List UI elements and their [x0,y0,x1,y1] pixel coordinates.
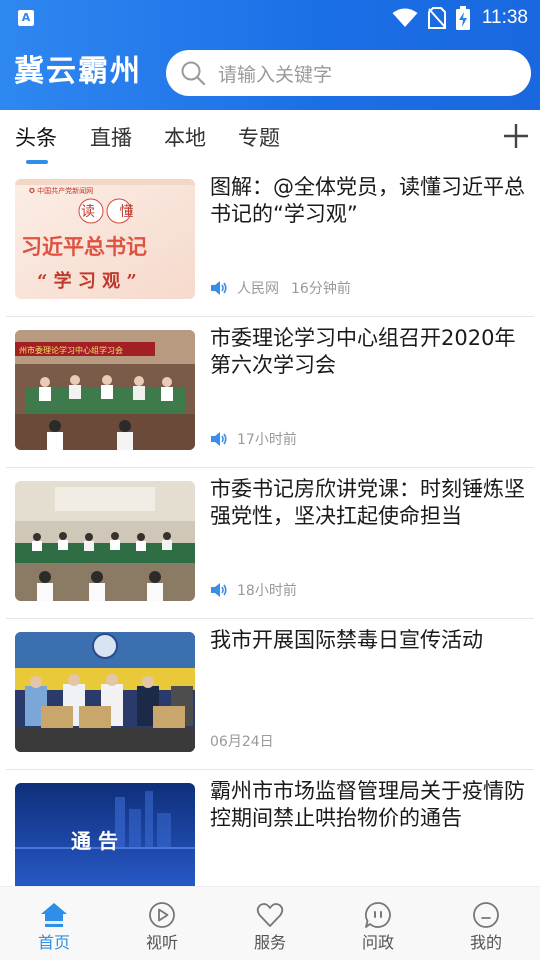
chat-icon [365,902,391,928]
thumb-text-top: 读 懂 [81,204,144,220]
news-title: 市委书记房欣讲党课：时刻锤炼坚强党性，坚决扛起使命担当 [210,477,525,528]
news-meta: 人民网 16分钟前 [210,278,351,298]
app-notification-icon: A [18,10,34,26]
nav-profile[interactable]: 我的 [432,887,540,960]
home-icon [41,903,67,927]
news-time: 18小时前 [237,583,297,599]
news-source: 人民网 [237,281,279,297]
news-time: 16分钟前 [291,281,351,297]
news-title: 市委理论学习中心组召开2020年第六次学习会 [210,326,516,377]
nav-inquiry-label: 问政 [361,933,394,952]
svg-text:✪ 中国共产党新闻网: ✪ 中国共产党新闻网 [29,186,93,195]
nav-home-label: 首页 [37,933,70,952]
nav-inquiry[interactable]: 问政 [324,887,432,960]
battery-charging-icon [455,6,470,30]
status-bar: A 11:38 [0,0,540,36]
news-time: 06月24日 [210,734,274,750]
nav-service-label: 服务 [253,933,286,952]
svg-text:州市委理论学习中心组学习会: 州市委理论学习中心组学习会 [19,345,123,355]
thumb-text-middle: 习近平总书记 [21,234,147,259]
search-icon [181,61,206,86]
active-tab-indicator [26,160,48,164]
thumb-text-bottom: “ 学 习 观 ” [37,271,137,292]
news-time: 17小时前 [237,432,297,448]
status-icons: 11:38 [392,6,528,30]
news-item[interactable]: 市委书记房欣讲党课：时刻锤炼坚强党性，坚决扛起使命担当 18小时前 [0,468,540,619]
play-icon [149,902,175,928]
app-title: 冀云霸州 [14,54,142,89]
news-item[interactable]: ✪ 中国共产党新闻网 读 懂 习近平总书记 “ 学 习 观 ” 图解：@全体党员… [0,166,540,317]
nav-profile-label: 我的 [469,933,502,952]
tab-topics[interactable]: 专题 [238,122,280,152]
search-placeholder: 请输入关键字 [218,63,333,86]
news-meta: 06月24日 [210,731,274,751]
news-item[interactable]: 州市委理论学习中心组学习会 市委理论学习中心组召开2020年第六次学习会 17小… [0,317,540,468]
news-item[interactable]: 通 告 霸州市市场监督管理局关于疫情防控期间禁止哄抬物价的通告 [0,770,540,886]
thumb-text-middle: 通 告 [71,829,118,853]
news-thumbnail: 通 告 [15,783,195,886]
heart-icon [256,903,284,927]
news-meta: 17小时前 [210,429,297,449]
news-meta: 18小时前 [210,580,297,600]
nav-av-label: 视听 [145,933,178,952]
app-header: A 11:38 冀云霸州 请输入关键字 [0,0,540,110]
speaker-icon[interactable] [210,582,228,598]
news-thumbnail: ✪ 中国共产党新闻网 读 懂 习近平总书记 “ 学 习 观 ” [15,179,195,299]
tab-live[interactable]: 直播 [90,122,132,152]
news-list: ✪ 中国共产党新闻网 读 懂 习近平总书记 “ 学 习 观 ” 图解：@全体党员… [0,166,540,886]
speaker-icon[interactable] [210,280,228,296]
news-thumbnail [15,632,195,752]
nav-service[interactable]: 服务 [216,887,324,960]
status-time: 11:38 [481,7,528,28]
tab-headlines[interactable]: 头条 [15,122,57,152]
search-input[interactable]: 请输入关键字 [166,50,531,96]
bottom-navigation: 首页 视听 服务 问政 我的 [0,886,540,960]
news-thumbnail [15,481,195,601]
channel-tabs: 头条 直播 本地 专题 [0,110,540,166]
news-thumbnail: 州市委理论学习中心组学习会 [15,330,195,450]
news-title: 图解：@全体党员，读懂习近平总书记的“学习观” [210,175,525,226]
news-title: 霸州市市场监督管理局关于疫情防控期间禁止哄抬物价的通告 [210,779,525,830]
news-title: 我市开展国际禁毒日宣传活动 [210,628,483,652]
speaker-icon[interactable] [210,431,228,447]
news-item[interactable]: 我市开展国际禁毒日宣传活动 06月24日 [0,619,540,770]
nav-home[interactable]: 首页 [0,887,108,960]
wifi-icon [392,8,418,27]
plus-icon[interactable] [502,122,530,150]
no-sim-icon [427,7,446,29]
tab-local[interactable]: 本地 [164,122,206,152]
nav-av[interactable]: 视听 [108,887,216,960]
profile-icon [473,902,499,928]
